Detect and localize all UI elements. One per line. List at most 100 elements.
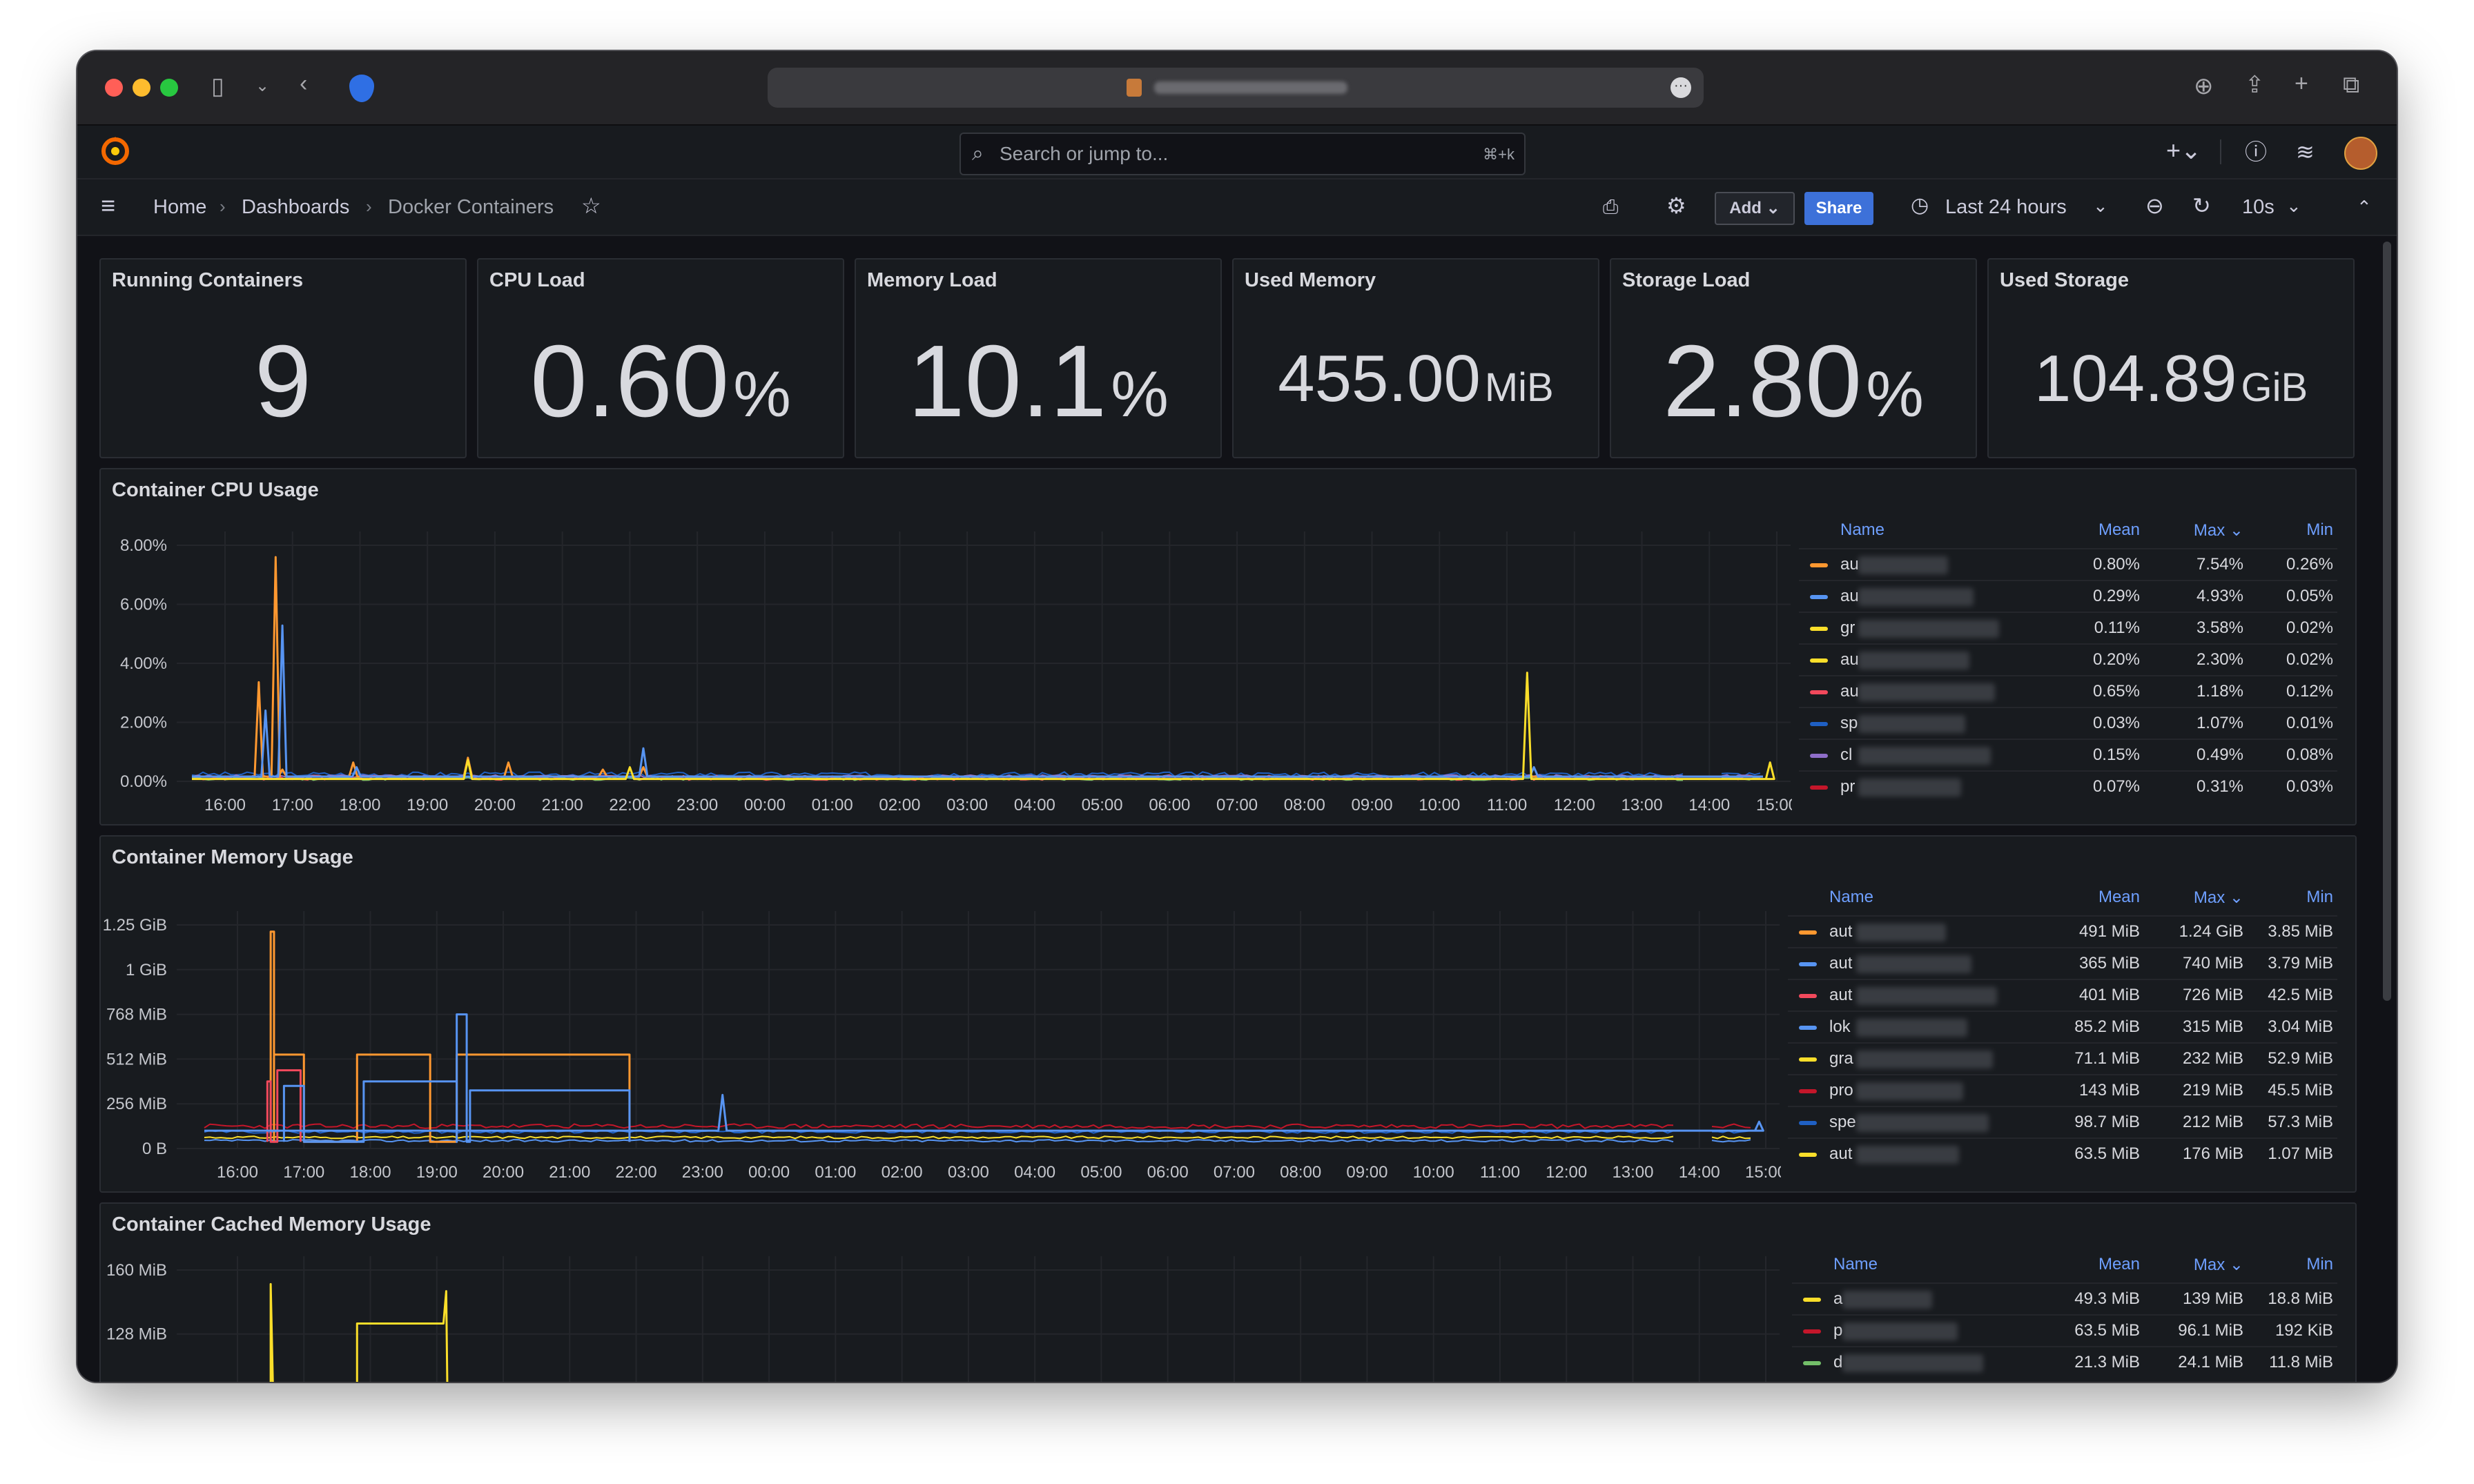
- breadcrumb-home[interactable]: Home: [153, 196, 206, 219]
- share-button[interactable]: Share: [1804, 192, 1873, 225]
- new-plus-icon[interactable]: +⌄: [2166, 138, 2201, 163]
- stat-panel-storage-load[interactable]: Storage Load 2.80%: [1610, 258, 1977, 458]
- legend-header-name: Name: [1840, 520, 1885, 539]
- legend-header-max[interactable]: Max ⌄: [2168, 888, 2243, 908]
- stat-panel-memory-load[interactable]: Memory Load 10.1%: [855, 258, 1222, 458]
- series-max: 24.1 MiB: [2178, 1353, 2243, 1371]
- legend-row[interactable]: spe 98.7 MiB 212 MiB 57.3 MiB: [1788, 1106, 2337, 1138]
- zoom-out-icon[interactable]: ⊖: [2145, 195, 2164, 217]
- chevron-down-icon[interactable]: ⌄: [2093, 195, 2108, 217]
- legend-row[interactable]: aut 63.5 MiB 176 MiB 1.07 MiB: [1788, 1138, 2337, 1169]
- series-max: 726 MiB: [2182, 986, 2243, 1004]
- stat-panel-cpu-load[interactable]: CPU Load 0.60%: [477, 258, 844, 458]
- legend-row[interactable]: d 21.3 MiB 24.1 MiB 11.8 MiB: [1792, 1346, 2337, 1378]
- stat-panel-running-containers[interactable]: Running Containers 9: [99, 258, 467, 458]
- panel-container-cached-memory-usage[interactable]: Container Cached Memory Usage 160 MiB 128…: [99, 1202, 2357, 1382]
- search-input[interactable]: ⌕ Search or jump to... ⌘+k: [960, 133, 1526, 175]
- legend-row[interactable]: au 0.20% 2.30% 0.02%: [1799, 643, 2337, 675]
- menu-icon[interactable]: ≡: [101, 193, 115, 218]
- legend-header-max[interactable]: Max ⌄: [2168, 1255, 2243, 1275]
- legend-row[interactable]: au 0.29% 4.93% 0.05%: [1799, 580, 2337, 612]
- avatar[interactable]: [2344, 137, 2377, 170]
- series-mean: 0.07%: [2092, 777, 2140, 796]
- legend-row[interactable]: au 0.80% 7.54% 0.26%: [1799, 548, 2337, 580]
- save-icon[interactable]: ⎙: [1603, 196, 1618, 218]
- collapse-chevron-up-icon[interactable]: ⌃: [2357, 196, 2372, 218]
- legend-row[interactable]: aut 491 MiB 1.24 GiB 3.85 MiB: [1788, 915, 2337, 947]
- series-name: p: [1833, 1321, 1843, 1340]
- stat-panel-used-storage[interactable]: Used Storage 104.89 GiB: [1987, 258, 2355, 458]
- legend-header-min: Min: [2306, 520, 2333, 539]
- more-icon[interactable]: ···: [1671, 77, 1691, 98]
- time-range-picker[interactable]: Last 24 hours: [1945, 196, 2067, 219]
- y-tick-label: 256 MiB: [106, 1095, 167, 1113]
- timeseries-plot[interactable]: 1.25 GiB 1 GiB 768 MiB 512 MiB 256 MiB 0 B 16:…: [101, 837, 1781, 1191]
- panel-container-cpu-usage[interactable]: Container CPU Usage 8.00% 6.00% 4.00% 2.00%…: [99, 468, 2357, 826]
- legend-row[interactable]: sp 0.03% 1.07% 0.01%: [1799, 707, 2337, 739]
- back-arrow-icon[interactable]: ‹: [300, 72, 307, 95]
- legend-row[interactable]: a 49.3 MiB 139 MiB 18.8 MiB: [1792, 1282, 2337, 1314]
- x-tick-label: 04:00: [1014, 796, 1055, 814]
- legend-row[interactable]: gra 71.1 MiB 232 MiB 52.9 MiB: [1788, 1042, 2337, 1074]
- series-line: [204, 1093, 1764, 1132]
- grafana-logo-icon[interactable]: [99, 135, 131, 167]
- new-tab-icon[interactable]: +: [2295, 72, 2308, 95]
- zoom-window-button[interactable]: [160, 79, 178, 97]
- minimize-window-button[interactable]: [133, 79, 150, 97]
- series-name-redacted: [1856, 1082, 1963, 1100]
- add-button-label: Add: [1729, 199, 1762, 217]
- x-tick-label: 12:00: [1554, 796, 1595, 814]
- stat-value: 0.60%: [478, 323, 843, 440]
- series-name: aut: [1829, 1144, 1853, 1163]
- stat-panel-used-memory[interactable]: Used Memory 455.00 MiB: [1232, 258, 1599, 458]
- chevron-down-icon[interactable]: ⌄: [255, 75, 269, 98]
- breadcrumb-dashboards[interactable]: Dashboards: [242, 196, 349, 219]
- stat-value: 9: [101, 323, 465, 440]
- legend-row[interactable]: p 63.5 MiB 96.1 MiB 192 KiB: [1792, 1314, 2337, 1346]
- legend-row[interactable]: lok 85.2 MiB 315 MiB 3.04 MiB: [1788, 1011, 2337, 1042]
- series-color-swatch: [1810, 658, 1828, 663]
- series-name-redacted: [1842, 1322, 1958, 1340]
- gear-icon[interactable]: ⚙: [1666, 195, 1686, 217]
- legend-row[interactable]: aut 365 MiB 740 MiB 3.79 MiB: [1788, 947, 2337, 979]
- star-icon[interactable]: ☆: [581, 195, 601, 217]
- series-max: 1.07%: [2196, 714, 2243, 732]
- stat-number: 9: [254, 324, 312, 438]
- series-min: 0.02%: [2286, 650, 2333, 669]
- legend-row[interactable]: pr 0.07% 0.31% 0.03%: [1799, 770, 2337, 802]
- tab-overview-icon[interactable]: ⧉: [2343, 73, 2359, 97]
- close-window-button[interactable]: [105, 79, 123, 97]
- x-tick-label: 11:00: [1487, 796, 1527, 814]
- series-color-swatch: [1799, 930, 1817, 935]
- share-icon[interactable]: ⇪: [2245, 73, 2265, 97]
- stat-unit: %: [1866, 358, 1924, 430]
- series-name-redacted: [1858, 683, 1995, 701]
- refresh-icon[interactable]: ↻: [2192, 195, 2211, 217]
- series-max: 7.54%: [2196, 555, 2243, 574]
- x-tick-label: 23:00: [676, 796, 718, 814]
- shield-icon[interactable]: [349, 75, 374, 102]
- keyboard-shortcut-hint: ⌘+k: [1483, 146, 1514, 163]
- scrollbar[interactable]: [2383, 242, 2391, 1001]
- legend-row[interactable]: aut 401 MiB 726 MiB 42.5 MiB: [1788, 979, 2337, 1011]
- add-button[interactable]: Add ⌄: [1715, 192, 1795, 225]
- legend-row[interactable]: au 0.65% 1.18% 0.12%: [1799, 675, 2337, 707]
- legend-row[interactable]: cl 0.15% 0.49% 0.08%: [1799, 739, 2337, 770]
- timeseries-plot[interactable]: 8.00% 6.00% 4.00% 2.00% 0.00% 16:00 17:00 18:00…: [101, 469, 1792, 824]
- legend-header-max[interactable]: Max ⌄: [2168, 520, 2243, 540]
- download-icon[interactable]: ⊕: [2194, 75, 2214, 98]
- timeseries-plot[interactable]: 160 MiB128 MiB96 MiB: [101, 1204, 1785, 1382]
- sidebar-toggle-icon[interactable]: ▯: [211, 75, 224, 98]
- legend-row[interactable]: pro 143 MiB 219 MiB 45.5 MiB: [1788, 1074, 2337, 1106]
- series-mean: 85.2 MiB: [2074, 1017, 2140, 1036]
- panel-container-memory-usage[interactable]: Container Memory Usage 1.25 GiB 1 GiB 768 …: [99, 835, 2357, 1193]
- series-mean: 0.03%: [2092, 714, 2140, 732]
- chevron-down-icon[interactable]: ⌄: [2286, 195, 2301, 217]
- address-bar[interactable]: ···: [768, 68, 1704, 108]
- news-feed-icon[interactable]: ≋: [2296, 141, 2315, 163]
- refresh-interval-picker[interactable]: 10s: [2242, 196, 2275, 219]
- help-icon[interactable]: ⓘ: [2245, 141, 2267, 163]
- series-name-redacted: [1842, 1291, 1932, 1309]
- legend-row[interactable]: gr 0.11% 3.58% 0.02%: [1799, 612, 2337, 643]
- series-min: 0.03%: [2286, 777, 2333, 796]
